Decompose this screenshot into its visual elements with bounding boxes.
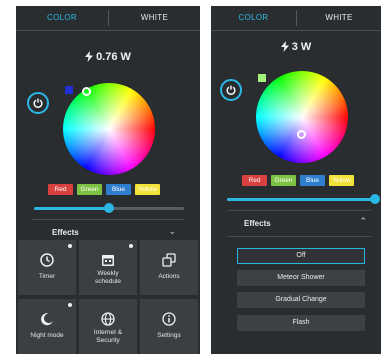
calendar-icon [102, 255, 114, 266]
tile-settings[interactable]: Settings [140, 299, 198, 354]
brightness-slider[interactable] [227, 194, 380, 204]
tab-white[interactable]: WHITE [297, 6, 381, 30]
moon-icon [41, 313, 53, 326]
effect-option-meteor-shower[interactable]: Meteor Shower [237, 270, 365, 286]
power-toggle-button[interactable] [220, 79, 242, 101]
tile-label: Night mode [30, 332, 64, 339]
tile-label: Actions [158, 273, 180, 280]
tile-weekly-schedule[interactable]: Weekly schedule [79, 240, 137, 295]
clock-icon [40, 253, 54, 267]
color-wheel[interactable] [256, 71, 348, 163]
color-wheel[interactable] [63, 83, 155, 175]
tab-white[interactable]: WHITE [109, 6, 200, 30]
new-badge [68, 303, 72, 307]
power-toggle-button[interactable] [27, 92, 49, 114]
power-icon [33, 98, 43, 108]
tile-night-mode[interactable]: Night mode [18, 299, 76, 354]
divider [227, 210, 371, 211]
preset-green-chip[interactable]: Green [271, 175, 296, 186]
effects-header[interactable]: Effects [52, 228, 79, 237]
effect-option-gradual-change[interactable]: Gradual Change [237, 292, 365, 308]
brightness-fill [227, 198, 375, 201]
actions-icon [162, 253, 176, 267]
info-icon [162, 312, 176, 326]
brightness-fill [34, 207, 109, 210]
new-badge [129, 244, 133, 248]
preset-red-chip[interactable]: Red [242, 175, 267, 186]
power-reading: 0.76 W [16, 51, 200, 63]
power-value: 0.76 W [96, 51, 131, 63]
tile-label: Timer [38, 273, 56, 280]
power-reading: 3 W [211, 41, 381, 53]
effect-option-off[interactable]: Off [237, 248, 365, 264]
tab-color[interactable]: COLOR [211, 6, 296, 30]
tile-internet-security[interactable]: Internet & Security [79, 299, 137, 354]
power-value: 3 W [291, 41, 312, 53]
preset-blue-chip[interactable]: Blue [106, 184, 131, 195]
tile-label: Settings [157, 332, 181, 339]
mode-tabs: COLOR WHITE [211, 6, 381, 31]
new-badge [68, 244, 72, 248]
preset-yellow-chip[interactable]: Yellow [329, 175, 354, 186]
current-color-swatch [65, 86, 73, 94]
brightness-knob[interactable] [370, 194, 380, 204]
globe-icon [101, 312, 115, 326]
effects-header[interactable]: Effects [244, 219, 271, 228]
tile-label: Weekly schedule [94, 270, 122, 285]
divider [32, 219, 184, 220]
bolt-icon [85, 51, 94, 62]
preset-color-chips: Red Green Blue Yellow [242, 175, 354, 186]
bolt-icon [280, 41, 289, 52]
preset-red-chip[interactable]: Red [48, 184, 73, 195]
tile-actions[interactable]: Actions [140, 240, 198, 295]
chevron-up-icon[interactable]: ⌃ [359, 216, 367, 227]
preset-green-chip[interactable]: Green [77, 184, 102, 195]
brightness-knob[interactable] [104, 203, 114, 213]
preset-yellow-chip[interactable]: Yellow [135, 184, 160, 195]
tile-label: Internet & Security [93, 329, 123, 344]
tab-color[interactable]: COLOR [16, 6, 108, 30]
effect-option-flash[interactable]: Flash [237, 315, 365, 331]
divider [227, 236, 371, 237]
light-control-screen-color-mode: COLOR WHITE 0.76 W Red Green Blue Yellow… [16, 6, 200, 354]
light-control-screen-effects-open: COLOR WHITE 3 W Red Green Blue Yellow Ef… [211, 6, 381, 354]
preset-blue-chip[interactable]: Blue [300, 175, 325, 186]
mode-tabs: COLOR WHITE [16, 6, 200, 31]
tile-timer[interactable]: Timer [18, 240, 76, 295]
power-icon [226, 85, 236, 95]
preset-color-chips: Red Green Blue Yellow [48, 184, 160, 195]
color-picker-handle[interactable] [82, 87, 91, 96]
chevron-down-icon[interactable]: ⌄ [168, 226, 176, 237]
brightness-slider[interactable] [34, 203, 184, 213]
current-color-swatch [258, 74, 266, 82]
color-picker-handle[interactable] [297, 130, 306, 139]
